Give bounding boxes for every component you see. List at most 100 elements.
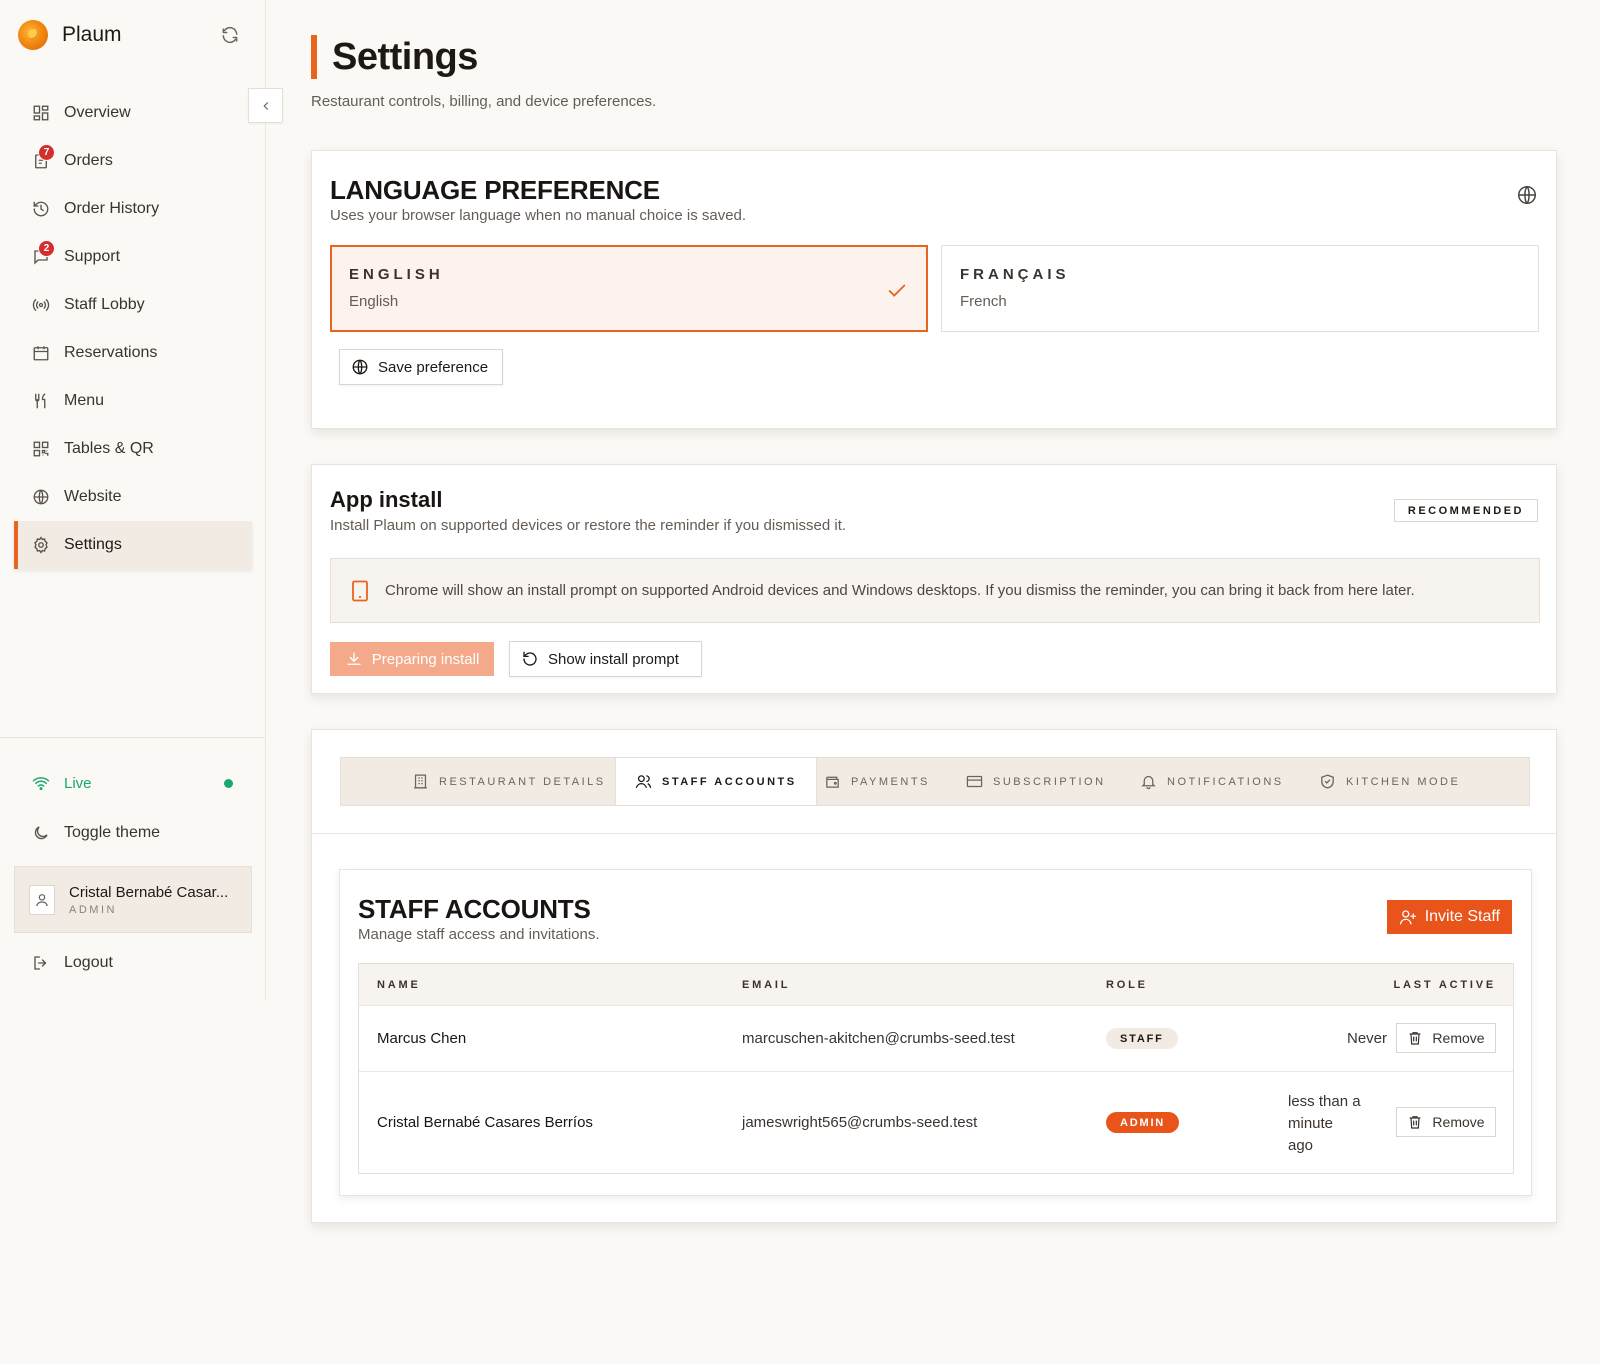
sidebar-nav: Overview 7 Orders Order History 2 Suppor…	[14, 89, 252, 569]
tab-staff-accounts[interactable]: STAFF ACCOUNTS	[615, 758, 817, 805]
last-active: Never	[1346, 1030, 1387, 1047]
invite-staff-label: Invite Staff	[1424, 908, 1500, 925]
staff-table: NAME EMAIL ROLE LAST ACTIVE Marcus Chen …	[358, 963, 1514, 1174]
tab-divider	[312, 833, 1556, 834]
tab-label: KITCHEN MODE	[1346, 775, 1461, 788]
tab-label: NOTIFICATIONS	[1167, 775, 1284, 788]
table-row: Cristal Bernabé Casares Berríos jameswri…	[359, 1072, 1513, 1173]
bell-icon	[1140, 773, 1157, 790]
recommended-badge: RECOMMENDED	[1393, 499, 1538, 522]
globe-icon	[1516, 184, 1538, 206]
show-install-prompt-label: Show install prompt	[548, 650, 679, 668]
moon-icon	[32, 824, 50, 842]
sidebar-item-settings[interactable]: Settings	[14, 521, 252, 569]
qr-icon	[32, 440, 50, 458]
tab-restaurant-details[interactable]: RESTAURANT DETAILS	[412, 758, 606, 805]
brand[interactable]: Plaum	[18, 20, 122, 50]
sidebar-footer: Live Toggle theme Cristal Bernabé Casar.…	[0, 737, 266, 971]
staff-email: jameswright565@crumbs-seed.test	[742, 1114, 978, 1131]
tab-label: RESTAURANT DETAILS	[439, 775, 606, 788]
user-plus-icon	[1399, 908, 1417, 926]
column-header-email: EMAIL	[742, 979, 791, 991]
sidebar-item-menu[interactable]: Menu	[14, 377, 252, 425]
sidebar-item-orders[interactable]: 7 Orders	[14, 137, 252, 185]
app-install-card: App install Install Plaum on supported d…	[311, 464, 1557, 694]
preparing-install-label: Preparing install	[371, 650, 480, 668]
shield-check-icon	[1319, 773, 1336, 790]
remove-label: Remove	[1432, 1030, 1485, 1046]
sidebar-item-overview[interactable]: Overview	[14, 89, 252, 137]
logout-button[interactable]: Logout	[32, 954, 113, 972]
sidebar-item-label: Website	[64, 488, 122, 505]
trash-icon	[1407, 1114, 1423, 1130]
sidebar-item-staff-lobby[interactable]: Staff Lobby	[14, 281, 252, 329]
sidebar-item-label: Support	[64, 248, 121, 265]
tab-subscription[interactable]: SUBSCRIPTION	[966, 758, 1106, 805]
brand-name: Plaum	[62, 23, 122, 46]
support-count-badge: 2	[38, 240, 55, 257]
toggle-theme-button[interactable]: Toggle theme	[32, 824, 160, 842]
avatar	[29, 884, 55, 915]
app-install-title: App install	[330, 487, 443, 512]
check-icon	[886, 280, 908, 302]
sidebar-item-label: Orders	[64, 152, 113, 169]
sidebar-item-label: Menu	[64, 392, 105, 409]
live-label: Live	[64, 774, 92, 792]
language-name: French	[960, 293, 1007, 310]
staff-accounts-description: Manage staff access and invitations.	[358, 926, 600, 943]
tab-payments[interactable]: PAYMENTS	[824, 758, 930, 805]
invite-staff-button[interactable]: Invite Staff	[1386, 900, 1512, 934]
wallet-icon	[824, 773, 841, 790]
refresh-icon[interactable]	[220, 25, 240, 45]
settings-tabs-card: RESTAURANT DETAILS STAFF ACCOUNTS PAYMEN…	[311, 729, 1557, 1223]
language-code: ENGLISH	[349, 266, 444, 283]
sidebar-item-tables-qr[interactable]: Tables & QR	[14, 425, 252, 473]
tab-kitchen-mode[interactable]: KITCHEN MODE	[1319, 758, 1460, 805]
language-option-english[interactable]: ENGLISH English	[330, 245, 928, 332]
table-header: NAME EMAIL ROLE LAST ACTIVE	[359, 964, 1513, 1006]
broadcast-icon	[32, 296, 50, 314]
brand-logo	[18, 20, 48, 50]
sidebar-item-label: Overview	[64, 104, 131, 121]
table-row: Marcus Chen marcuschen-akitchen@crumbs-s…	[359, 1006, 1513, 1072]
install-notice: Chrome will show an install prompt on su…	[330, 558, 1540, 623]
last-active-line: less than a	[1288, 1093, 1361, 1110]
role-badge: STAFF	[1106, 1028, 1178, 1049]
globe-icon	[32, 488, 50, 506]
utensils-icon	[32, 392, 50, 410]
user-card[interactable]: Cristal Bernabé Casar... ADMIN	[14, 866, 252, 933]
role-badge: ADMIN	[1106, 1112, 1180, 1133]
sidebar-item-website[interactable]: Website	[14, 473, 252, 521]
page-subtitle: Restaurant controls, billing, and device…	[311, 93, 657, 110]
save-preference-label: Save preference	[378, 358, 489, 376]
toggle-theme-label: Toggle theme	[64, 824, 161, 841]
last-active-line: ago	[1288, 1137, 1314, 1154]
sidebar-item-reservations[interactable]: Reservations	[14, 329, 252, 377]
tab-notifications[interactable]: NOTIFICATIONS	[1140, 758, 1284, 805]
save-preference-button[interactable]: Save preference	[339, 349, 503, 385]
language-option-french[interactable]: FRANÇAIS French	[941, 245, 1539, 332]
history-icon	[32, 200, 50, 218]
live-status: Live	[32, 774, 238, 792]
remove-button[interactable]: Remove	[1396, 1023, 1496, 1053]
calendar-icon	[32, 344, 50, 362]
show-install-prompt-button[interactable]: Show install prompt	[509, 641, 702, 677]
credit-card-icon	[966, 773, 983, 790]
preparing-install-button[interactable]: Preparing install	[330, 642, 494, 676]
sidebar-item-order-history[interactable]: Order History	[14, 185, 252, 233]
language-card-title: LANGUAGE PREFERENCE	[330, 175, 660, 205]
staff-email: marcuschen-akitchen@crumbs-seed.test	[742, 1030, 1015, 1047]
gear-icon	[32, 536, 50, 554]
last-active: less than a minute ago	[1288, 1091, 1361, 1157]
tab-label: PAYMENTS	[851, 775, 930, 788]
language-preference-card: LANGUAGE PREFERENCE Uses your browser la…	[311, 150, 1557, 429]
user-name: Cristal Bernabé Casar...	[69, 883, 229, 901]
globe-icon	[351, 358, 369, 376]
logout-icon	[32, 954, 50, 972]
remove-button[interactable]: Remove	[1396, 1107, 1496, 1137]
sidebar-item-support[interactable]: 2 Support	[14, 233, 252, 281]
user-role: ADMIN	[69, 903, 117, 916]
column-header-last-active: LAST ACTIVE	[1393, 979, 1496, 991]
collapse-sidebar-button[interactable]	[248, 88, 283, 123]
install-notice-text: Chrome will show an install prompt on su…	[385, 582, 1415, 599]
